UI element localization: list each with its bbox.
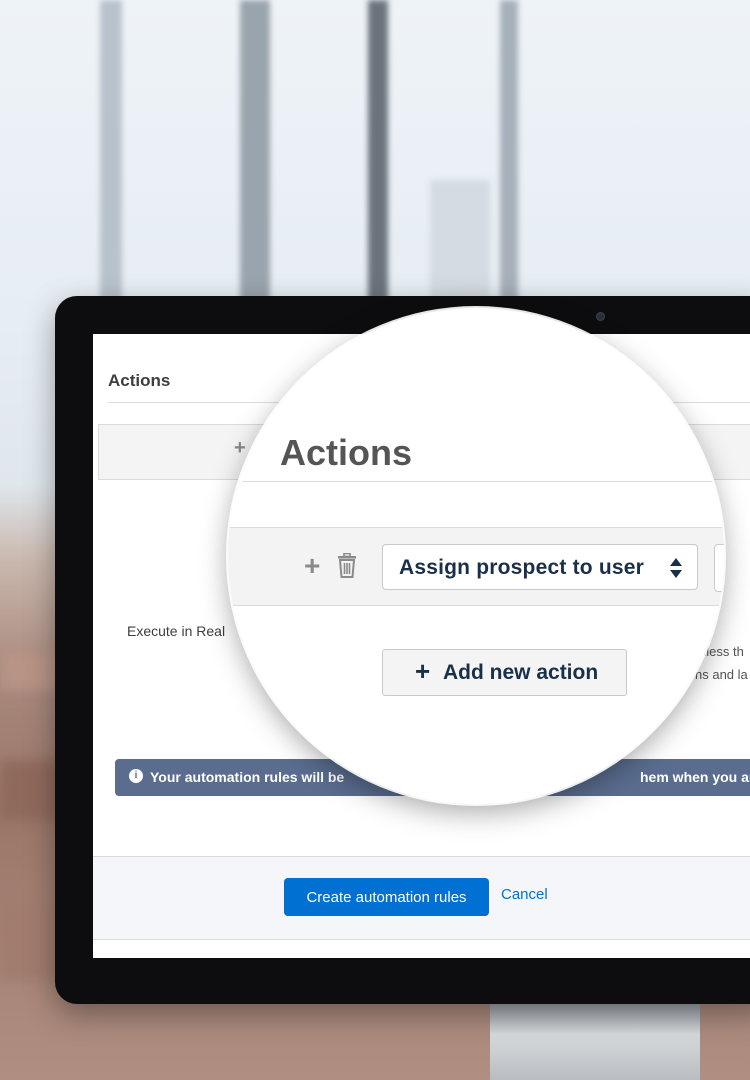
execute-realtime-label: Execute in Real xyxy=(127,623,226,639)
plus-icon[interactable]: + xyxy=(234,437,246,460)
plus-icon[interactable]: + xyxy=(304,552,320,580)
add-new-action-label: Add new action xyxy=(443,661,599,684)
monitor-stand xyxy=(490,1004,700,1080)
add-new-action-button[interactable]: + Add new action xyxy=(382,649,627,696)
trash-icon[interactable] xyxy=(336,553,358,579)
select-arrows-icon xyxy=(670,558,682,578)
info-message-start: Your automation rules will be xyxy=(150,769,345,785)
magnified-divider xyxy=(242,481,712,482)
action-select-value: Assign prospect to user xyxy=(399,556,644,579)
secondary-select[interactable] xyxy=(714,544,724,592)
create-automation-rules-button[interactable]: Create automation rules xyxy=(284,878,489,916)
magnified-section-title: Actions xyxy=(280,432,413,473)
info-icon: i xyxy=(129,769,143,783)
plus-icon: + xyxy=(415,656,431,686)
info-message-end: hem when you are read xyxy=(640,769,750,785)
section-title: Actions xyxy=(108,371,171,390)
form-footer: Create automation rules Cancel xyxy=(93,856,750,940)
description-fragment: ns and la xyxy=(695,667,748,682)
camera-icon xyxy=(596,312,605,321)
action-type-select[interactable]: Assign prospect to user xyxy=(382,544,698,590)
magnifier-lens: Actions + Assign prospect to user + Add … xyxy=(228,308,724,804)
cancel-link[interactable]: Cancel xyxy=(501,886,548,903)
